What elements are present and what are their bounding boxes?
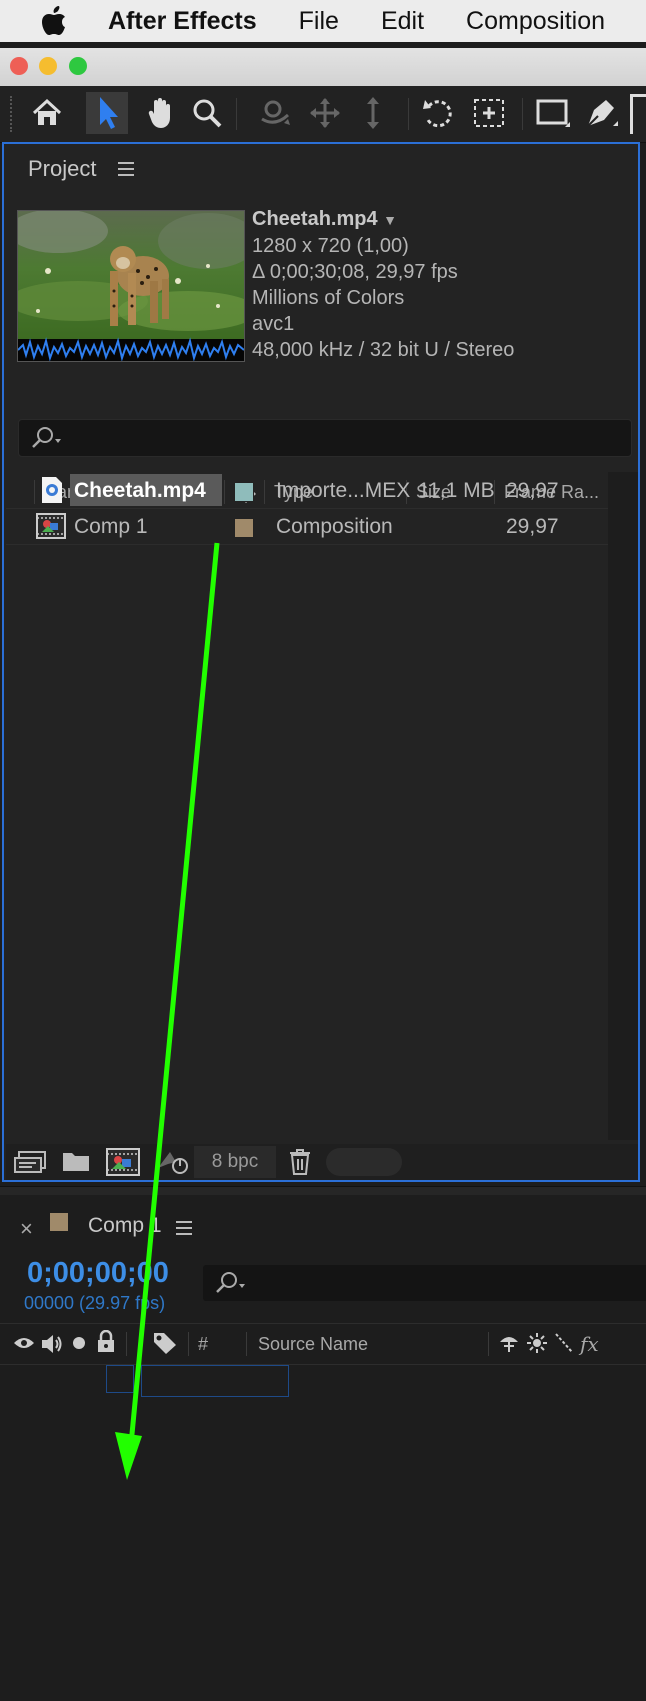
drag-arrow-annotation bbox=[115, 542, 220, 1480]
